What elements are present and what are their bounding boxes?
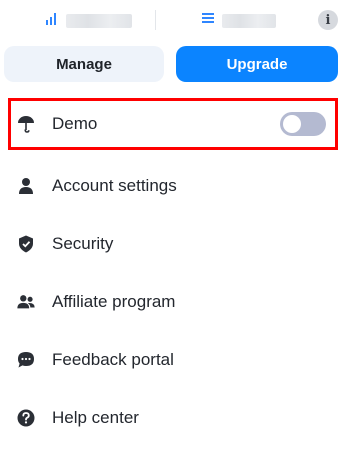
- menu-item-label: Feedback portal: [52, 350, 174, 369]
- menu-item-label: Account settings: [52, 176, 177, 195]
- people-icon: [16, 292, 36, 312]
- stat-left: [44, 10, 132, 31]
- menu-item-label: Demo: [52, 114, 98, 133]
- person-icon: [16, 176, 36, 196]
- menu-item-help-center[interactable]: Help center: [0, 398, 350, 438]
- upgrade-button[interactable]: Upgrade: [176, 46, 338, 82]
- menu-item-label: Affiliate program: [52, 292, 176, 311]
- divider: [155, 10, 156, 30]
- signal-bars-icon: [44, 10, 60, 31]
- question-circle-icon: [16, 408, 36, 428]
- umbrella-icon: [16, 114, 36, 134]
- toggle-knob: [283, 115, 301, 133]
- demo-toggle[interactable]: [280, 112, 326, 136]
- menu-item-security[interactable]: Security: [0, 224, 350, 264]
- menu-item-feedback-portal[interactable]: Feedback portal: [0, 340, 350, 380]
- menu-item-label: Help center: [52, 408, 139, 427]
- menu-item-label: Security: [52, 234, 114, 253]
- list-lines-icon: [200, 10, 216, 31]
- manage-button[interactable]: Manage: [4, 46, 164, 82]
- info-icon[interactable]: i: [318, 10, 338, 30]
- menu-item-account-settings[interactable]: Account settings: [0, 166, 350, 206]
- stat-right: [200, 10, 276, 31]
- shield-icon: [16, 234, 36, 254]
- redacted-value: [222, 13, 276, 28]
- chat-bubble-icon: [16, 350, 36, 370]
- account-stats-bar: i: [0, 8, 350, 32]
- menu-item-affiliate-program[interactable]: Affiliate program: [0, 282, 350, 322]
- redacted-value: [66, 13, 132, 28]
